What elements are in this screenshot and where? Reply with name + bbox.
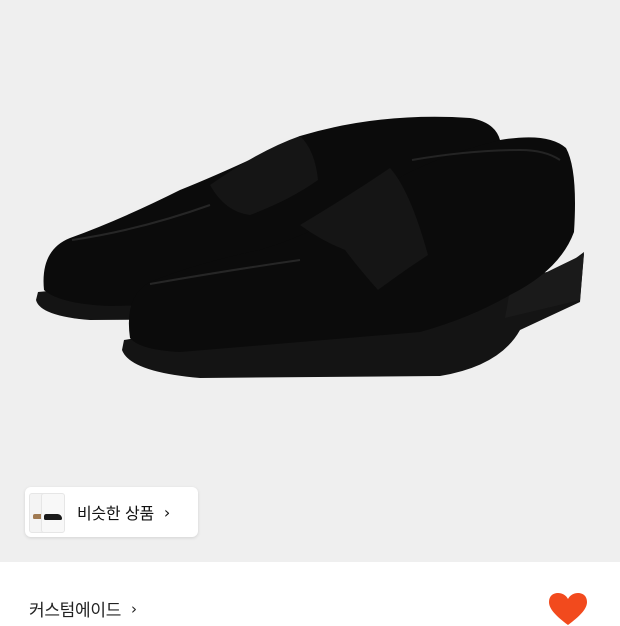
brand-row: 커스텀에이드 › — [0, 562, 620, 622]
similar-products-button[interactable]: 비슷한 상품 › — [25, 487, 198, 537]
brand-name: 커스텀에이드 — [29, 601, 122, 621]
heart-icon[interactable] — [548, 592, 588, 626]
thumbnail-black-loafer — [41, 493, 65, 533]
similar-thumbnails — [25, 487, 77, 537]
similar-products-label: 비슷한 상품 — [77, 504, 154, 523]
product-image[interactable]: 비슷한 상품 › — [0, 0, 620, 562]
chevron-right-icon: › — [131, 599, 137, 618]
brand-link[interactable]: 커스텀에이드 › — [29, 596, 137, 622]
loafers-photo — [36, 116, 584, 378]
chevron-right-icon: › — [163, 502, 171, 522]
